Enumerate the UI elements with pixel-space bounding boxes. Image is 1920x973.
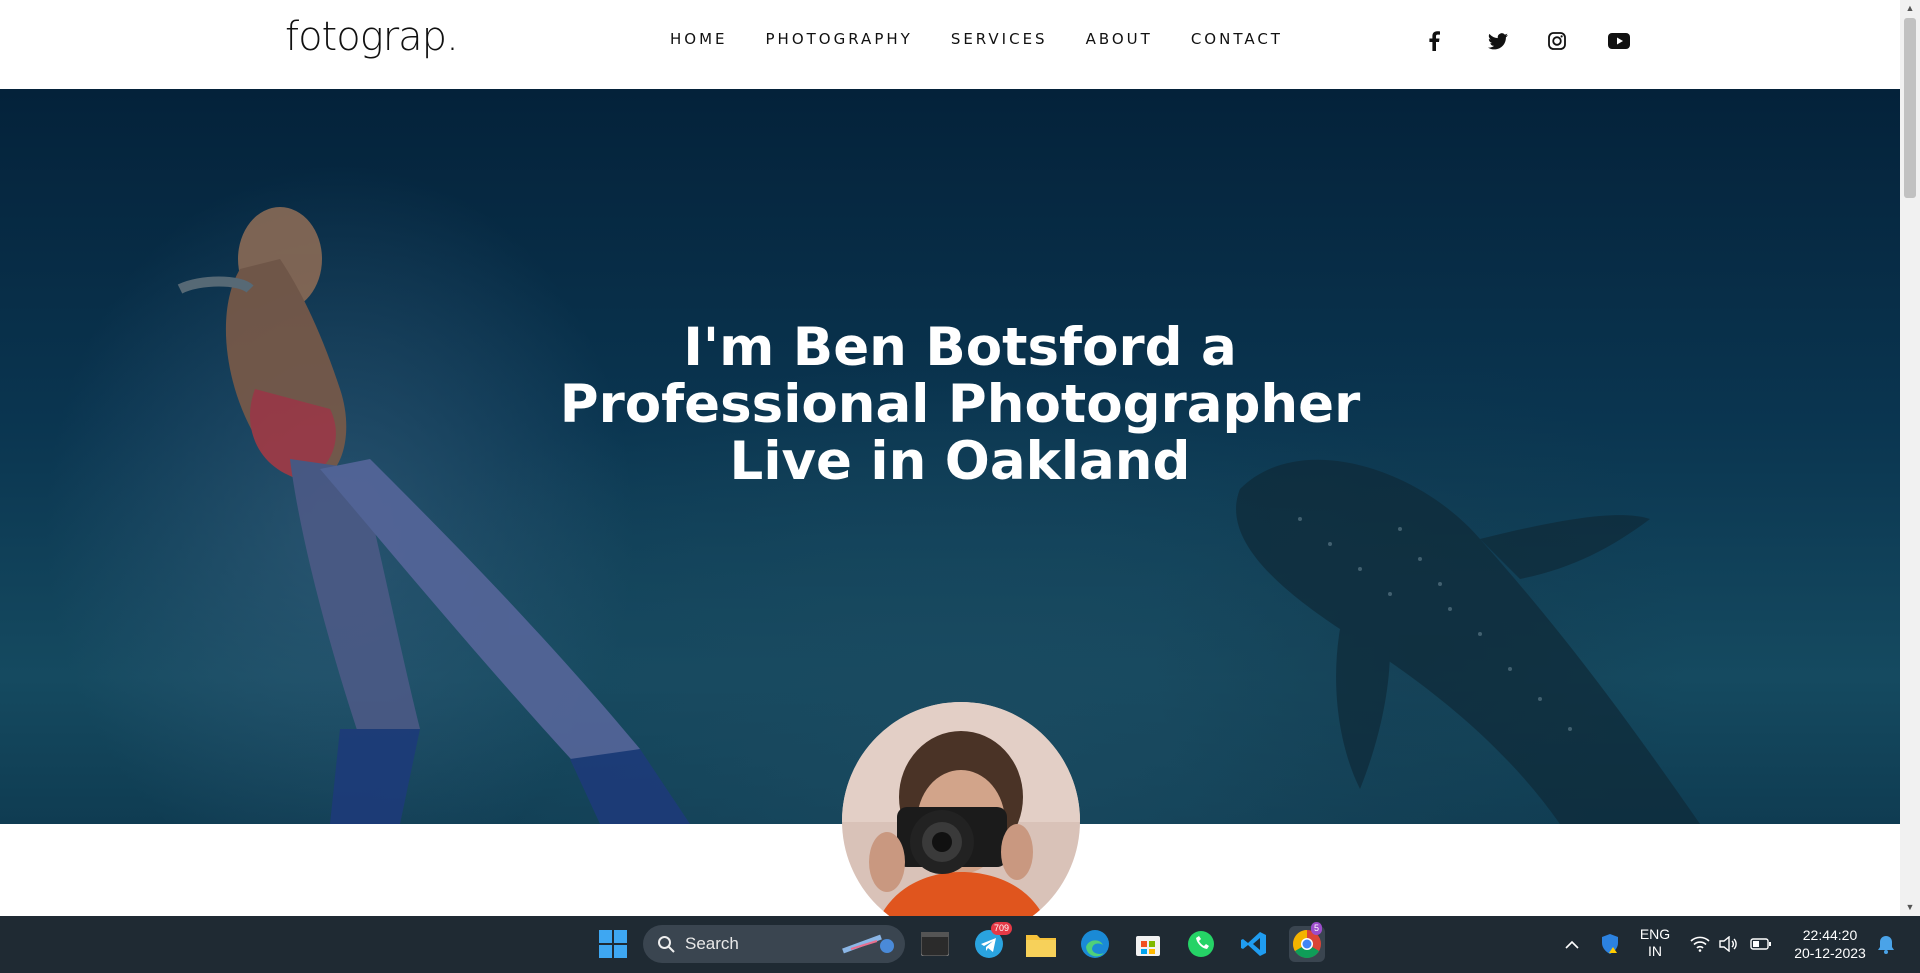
social-links — [1428, 28, 1668, 54]
hero-title: I'm Ben Botsford a Professional Photogra… — [480, 319, 1440, 490]
whatsapp-icon[interactable] — [1183, 926, 1219, 962]
chrome-icon[interactable]: 5 — [1289, 922, 1325, 962]
windows-taskbar: Search 709 5 ENG IN 22:44:20 20-12-2023 — [0, 916, 1920, 973]
terminal-icon[interactable] — [917, 926, 953, 962]
nav-about[interactable]: ABOUT — [1086, 30, 1153, 48]
nav-photography[interactable]: PHOTOGRAPHY — [766, 30, 913, 48]
instagram-icon[interactable] — [1548, 28, 1608, 54]
search-highlight-icon — [841, 933, 897, 955]
hero-title-line-2: Professional Photographer — [559, 374, 1361, 435]
edge-icon[interactable] — [1077, 926, 1113, 962]
twitter-icon[interactable] — [1488, 28, 1548, 54]
clock-date: 20-12-2023 — [1794, 945, 1866, 961]
clock[interactable]: 22:44:20 20-12-2023 — [1782, 926, 1878, 962]
facebook-icon[interactable] — [1428, 28, 1488, 54]
store-icon[interactable] — [1130, 926, 1166, 962]
search-label: Search — [685, 934, 739, 953]
chrome-badge: 5 — [1311, 922, 1323, 935]
volume-icon[interactable] — [1712, 926, 1744, 962]
telegram-badge: 709 — [991, 922, 1013, 935]
language-line-1: ENG — [1639, 926, 1671, 942]
profile-avatar — [842, 702, 1080, 940]
vscode-icon[interactable] — [1236, 926, 1272, 962]
site-logo[interactable]: fotograp. — [285, 14, 459, 60]
language-indicator[interactable]: ENG IN — [1630, 926, 1680, 960]
notification-icon[interactable] — [1870, 926, 1902, 962]
site-header: fotograp. HOME PHOTOGRAPHY SERVICES ABOU… — [0, 0, 1900, 89]
nav-home[interactable]: HOME — [670, 30, 728, 48]
security-icon[interactable] — [1592, 926, 1628, 962]
nav-services[interactable]: SERVICES — [951, 30, 1048, 48]
language-line-2: IN — [1648, 943, 1662, 959]
page-scrollbar[interactable]: ▲ ▼ — [1900, 0, 1920, 916]
taskbar-search-box[interactable]: Search — [643, 925, 905, 963]
battery-icon[interactable] — [1745, 926, 1777, 962]
windows-start-icon[interactable] — [595, 926, 631, 962]
main-nav: HOME PHOTOGRAPHY SERVICES ABOUT CONTACT — [670, 30, 1321, 48]
clock-time: 22:44:20 — [1802, 927, 1858, 943]
search-icon — [657, 935, 675, 953]
file-explorer-icon[interactable] — [1023, 926, 1059, 962]
telegram-icon[interactable]: 709 — [971, 922, 1013, 962]
nav-contact[interactable]: CONTACT — [1191, 30, 1283, 48]
hero-title-line-1: I'm Ben Botsford a — [683, 317, 1237, 378]
hero-title-line-3: Live in Oakland — [729, 431, 1191, 492]
chevron-up-icon[interactable] — [1554, 926, 1590, 962]
scroll-down-arrow-icon[interactable]: ▼ — [1905, 902, 1915, 912]
scrollbar-thumb[interactable] — [1904, 18, 1916, 198]
youtube-icon[interactable] — [1608, 28, 1668, 54]
scroll-up-arrow-icon[interactable]: ▲ — [1905, 3, 1915, 13]
